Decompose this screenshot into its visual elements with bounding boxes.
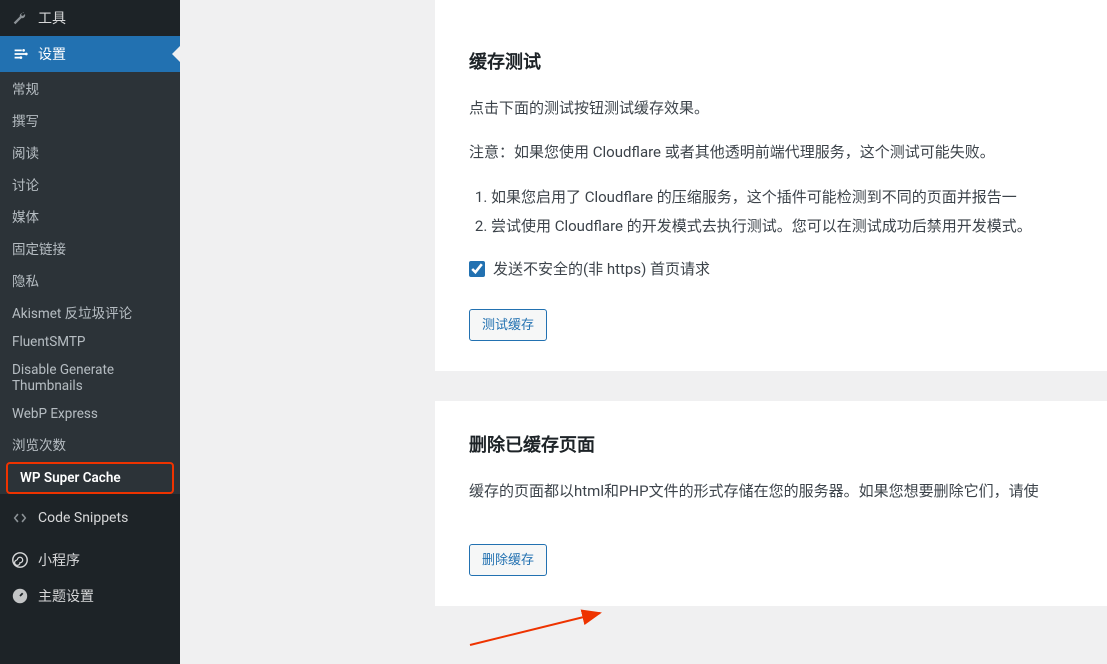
sliders-icon — [10, 44, 30, 64]
sidebar-item-label: Code Snippets — [38, 510, 128, 526]
main-content: 缓存测试 点击下面的测试按钮测试缓存效果。 注意：如果您使用 Cloudflar… — [180, 0, 1107, 664]
submenu-akismet[interactable]: Akismet 反垃圾评论 — [0, 296, 180, 328]
code-icon — [10, 508, 30, 528]
cache-test-desc: 点击下面的测试按钮测试缓存效果。 — [469, 96, 1073, 122]
list-item: 尝试使用 Cloudflare 的开发模式去执行测试。您可以在测试成功后禁用开发… — [491, 212, 1073, 241]
highlight-annotation: WP Super Cache — [6, 462, 174, 494]
cache-test-note: 注意：如果您使用 Cloudflare 或者其他透明前端代理服务，这个测试可能失… — [469, 140, 1073, 166]
submenu-media[interactable]: 媒体 — [0, 200, 180, 232]
annotation-arrow — [470, 605, 620, 659]
submenu-discussion[interactable]: 讨论 — [0, 168, 180, 200]
wrench-icon — [10, 8, 30, 28]
submenu-disable-thumbnails[interactable]: Disable Generate Thumbnails — [0, 356, 180, 400]
insecure-request-checkbox[interactable] — [469, 261, 485, 277]
submenu-views[interactable]: 浏览次数 — [0, 428, 180, 460]
sidebar-item-theme-settings[interactable]: 主题设置 — [0, 578, 180, 614]
dashboard-icon — [10, 586, 30, 606]
submenu-webp-express[interactable]: WebP Express — [0, 400, 180, 428]
settings-submenu: 常规 撰写 阅读 讨论 媒体 固定链接 隐私 Akismet 反垃圾评论 Flu… — [0, 72, 180, 494]
submenu-privacy[interactable]: 隐私 — [0, 264, 180, 296]
submenu-wp-super-cache[interactable]: WP Super Cache — [8, 464, 172, 492]
delete-cache-button[interactable]: 删除缓存 — [469, 544, 547, 576]
sidebar-item-tools[interactable]: 工具 — [0, 0, 180, 36]
insecure-request-checkbox-row: 发送不安全的(非 https) 首页请求 — [469, 258, 1073, 279]
sidebar-item-code-snippets[interactable]: Code Snippets — [0, 500, 180, 536]
submenu-fluentsmtp[interactable]: FluentSMTP — [0, 328, 180, 356]
admin-sidebar: 工具 设置 常规 撰写 阅读 讨论 媒体 固定链接 隐私 Akismet 反垃圾… — [0, 0, 180, 664]
sidebar-item-settings[interactable]: 设置 — [0, 36, 180, 72]
submenu-writing[interactable]: 撰写 — [0, 104, 180, 136]
submenu-permalinks[interactable]: 固定链接 — [0, 232, 180, 264]
delete-cache-card: 删除已缓存页面 缓存的页面都以html和PHP文件的形式存储在您的服务器。如果您… — [435, 401, 1107, 606]
sidebar-item-label: 设置 — [38, 44, 66, 64]
list-item: 如果您启用了 Cloudflare 的压缩服务，这个插件可能检测到不同的页面并报… — [491, 183, 1073, 212]
test-cache-button[interactable]: 测试缓存 — [469, 309, 547, 341]
sidebar-item-label: 小程序 — [38, 550, 80, 570]
submenu-general[interactable]: 常规 — [0, 72, 180, 104]
submenu-reading[interactable]: 阅读 — [0, 136, 180, 168]
miniprogram-icon — [10, 550, 30, 570]
sidebar-item-label: 工具 — [38, 8, 66, 28]
cache-test-list: 如果您启用了 Cloudflare 的压缩服务，这个插件可能检测到不同的页面并报… — [469, 183, 1073, 240]
sidebar-item-label: 主题设置 — [38, 586, 94, 606]
cache-test-title: 缓存测试 — [469, 48, 1073, 74]
cache-test-card: 缓存测试 点击下面的测试按钮测试缓存效果。 注意：如果您使用 Cloudflar… — [435, 0, 1107, 371]
delete-cache-desc: 缓存的页面都以html和PHP文件的形式存储在您的服务器。如果您想要删除它们，请… — [469, 479, 1073, 505]
sidebar-item-miniprogram[interactable]: 小程序 — [0, 542, 180, 578]
delete-cache-title: 删除已缓存页面 — [469, 431, 1073, 457]
insecure-request-label[interactable]: 发送不安全的(非 https) 首页请求 — [493, 258, 710, 279]
